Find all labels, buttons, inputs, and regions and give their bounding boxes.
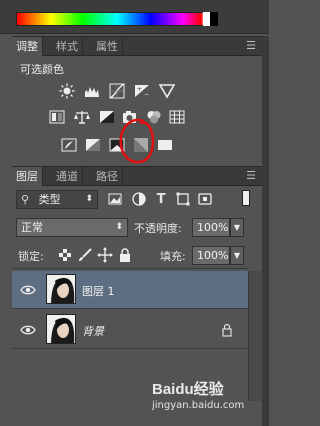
tab-properties[interactable]: 属性 bbox=[92, 37, 123, 56]
lock-image-pixels-icon[interactable] bbox=[76, 246, 94, 264]
vibrance-icon[interactable] bbox=[158, 82, 176, 100]
curves-icon[interactable] bbox=[108, 82, 126, 100]
filter-smart-object-icon[interactable] bbox=[196, 190, 214, 208]
hue-saturation-icon[interactable] bbox=[48, 108, 66, 126]
gradient-map-icon[interactable] bbox=[156, 136, 174, 154]
svg-text:+: + bbox=[137, 86, 142, 93]
panel-menu-icon[interactable]: ☰ bbox=[244, 39, 258, 53]
layer-row-selected[interactable]: 图层 1 bbox=[12, 271, 248, 309]
visibility-eye-icon[interactable] bbox=[19, 321, 37, 339]
tab-channels[interactable]: 通道 bbox=[52, 167, 83, 186]
watermark-url: jingyan.baidu.com bbox=[152, 400, 245, 411]
layers-divider bbox=[12, 268, 248, 269]
color-balance-icon[interactable] bbox=[73, 108, 91, 126]
baidu-watermark: Baidu经验 jingyan.baidu.com bbox=[150, 376, 260, 420]
tab-styles[interactable]: 样式 bbox=[52, 37, 83, 56]
layer-name[interactable]: 图层 1 bbox=[82, 283, 115, 299]
brightness-contrast-icon[interactable] bbox=[58, 82, 76, 100]
lock-label: 锁定: bbox=[18, 250, 44, 263]
color-panel bbox=[0, 0, 269, 34]
fill-label: 填充: bbox=[160, 250, 186, 263]
layers-tabbar: 图层 通道 路径 ☰ bbox=[12, 166, 262, 186]
lock-transparent-pixels-icon[interactable] bbox=[56, 246, 74, 264]
black-swatch[interactable] bbox=[210, 12, 218, 26]
adjustment-panel-title: 可选颜色 bbox=[20, 63, 64, 76]
levels-icon[interactable] bbox=[83, 82, 101, 100]
exposure-icon[interactable]: + − bbox=[133, 82, 151, 100]
watermark-logo-text: Baidu经验 bbox=[152, 380, 224, 398]
opacity-label: 不透明度: bbox=[134, 222, 182, 235]
tab-adjustments[interactable]: 调整 bbox=[12, 37, 43, 56]
lock-icon bbox=[218, 321, 236, 339]
chevron-down-icon: ⬍ bbox=[85, 194, 93, 204]
tab-paths[interactable]: 路径 bbox=[92, 167, 123, 186]
lock-all-icon[interactable] bbox=[116, 246, 134, 264]
layer-filter-select[interactable]: ⚲ 类型 ⬍ bbox=[16, 190, 98, 209]
filter-type-icon[interactable]: T bbox=[152, 190, 170, 208]
filter-kind-label: 类型 bbox=[38, 193, 61, 206]
svg-text:−: − bbox=[144, 91, 149, 98]
color-lookup-icon[interactable] bbox=[168, 108, 186, 126]
filter-adjustment-icon[interactable] bbox=[130, 190, 148, 208]
layer-name[interactable]: 背景 bbox=[82, 323, 104, 339]
blend-mode-select[interactable]: 正常 ⬍ bbox=[16, 218, 128, 237]
filter-toggle-switch[interactable] bbox=[242, 190, 250, 206]
lock-position-icon[interactable] bbox=[96, 246, 114, 264]
adjustments-tabbar: 调整 样式 属性 ☰ bbox=[12, 36, 262, 56]
highlight-circle-annotation bbox=[119, 118, 155, 164]
layer-row-background[interactable]: 背景 bbox=[12, 311, 248, 349]
layers-menu-icon[interactable]: ☰ bbox=[244, 169, 258, 183]
search-icon: ⚲ bbox=[21, 193, 30, 206]
filter-shape-icon[interactable] bbox=[174, 190, 192, 208]
layer-thumbnail bbox=[46, 274, 76, 304]
white-swatch[interactable] bbox=[203, 12, 210, 26]
opacity-input[interactable]: 100% bbox=[192, 218, 230, 237]
filter-pixel-icon[interactable] bbox=[106, 190, 124, 208]
invert-icon[interactable] bbox=[60, 136, 78, 154]
visibility-eye-icon[interactable] bbox=[19, 281, 37, 299]
fill-dropdown-button[interactable]: ▼ bbox=[230, 246, 244, 265]
color-spectrum[interactable] bbox=[16, 12, 218, 26]
tab-layers[interactable]: 图层 bbox=[12, 167, 43, 186]
chevron-updown-icon: ⬍ bbox=[115, 222, 123, 232]
fill-input[interactable]: 100% bbox=[192, 246, 230, 265]
black-white-icon[interactable] bbox=[98, 108, 116, 126]
blend-mode-value: 正常 bbox=[21, 221, 43, 234]
posterize-icon[interactable] bbox=[84, 136, 102, 154]
panel-dock-edge bbox=[262, 36, 269, 426]
opacity-dropdown-button[interactable]: ▼ bbox=[230, 218, 244, 237]
layer-thumbnail bbox=[46, 314, 76, 344]
